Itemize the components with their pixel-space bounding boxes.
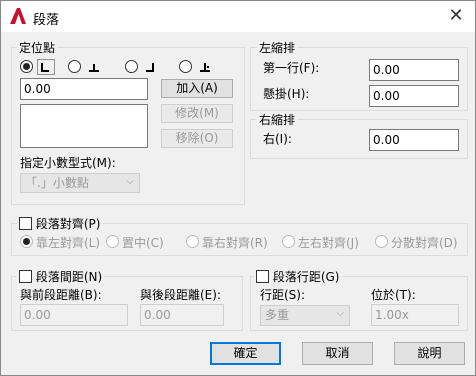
right-tab-radio[interactable] [125, 60, 138, 73]
after-label: 與後段距離(E): [140, 288, 221, 302]
align-justify-radio[interactable] [282, 235, 295, 248]
alignment-label: 段落對齊(P) [35, 217, 101, 231]
left-tab-radio[interactable] [20, 60, 33, 73]
align-center-radio[interactable] [106, 235, 119, 248]
modify-tab-button[interactable]: 修改(M) [161, 104, 233, 123]
line-spacing-type-label: 行距(S): [260, 288, 306, 302]
help-button[interactable]: 說明 [394, 342, 465, 365]
add-tab-button[interactable]: 加入(A) [161, 79, 233, 98]
align-distribute-radio[interactable] [375, 235, 388, 248]
line-spacing-at-input[interactable]: 1.00x [371, 304, 459, 326]
left-indent-label: 左縮排 [257, 39, 298, 56]
close-icon[interactable]: ✕ [443, 4, 469, 28]
autocad-logo-icon [10, 8, 26, 24]
alignment-label-wrap: 段落對齊(P) [17, 215, 103, 232]
after-input[interactable]: 0.00 [140, 304, 224, 326]
line-spacing-value: 多重 [265, 308, 290, 322]
spacing-label-wrap: 段落間距(N) [17, 268, 105, 285]
align-left-label: 靠左對齊(L) [36, 236, 101, 250]
decimal-style-label: 指定小數型式(M): [20, 156, 116, 170]
align-right-label: 靠右對齊(R) [202, 236, 268, 250]
line-spacing-select[interactable]: 多重 ⌵ [260, 305, 350, 326]
before-input[interactable]: 0.00 [20, 304, 128, 326]
align-distribute-label: 分散對齊(D) [391, 236, 458, 250]
align-center-label: 置中(C) [122, 236, 164, 250]
center-tab-radio[interactable] [68, 60, 81, 73]
align-left-radio[interactable] [20, 235, 33, 248]
right-label: 右(I): [263, 132, 292, 146]
right-indent-label: 右縮排 [257, 111, 298, 128]
remove-tab-button[interactable]: 移除(O) [161, 129, 233, 148]
chevron-down-icon: ⌵ [126, 176, 134, 187]
line-spacing-at-label: 位於(T): [371, 288, 416, 302]
line-spacing-label: 段落行距(G) [272, 270, 340, 284]
hanging-label: 懸掛(H): [263, 87, 310, 101]
decimal-tab-icon [200, 63, 210, 72]
hanging-input[interactable]: 0.00 [369, 85, 459, 107]
ok-button[interactable]: 確定 [210, 342, 281, 365]
paragraph-dialog: 段落 ✕ 定位點 0.00 加入(A) 修改(M) 移除(O) 指定小數型式(M… [0, 0, 476, 376]
left-tab-icon [37, 59, 55, 75]
right-tab-icon [146, 63, 154, 72]
cancel-button[interactable]: 取消 [302, 342, 373, 365]
alignment-checkbox[interactable] [19, 217, 32, 230]
first-line-label: 第一行(F): [263, 61, 320, 75]
chevron-down-icon: ⌵ [336, 308, 344, 319]
tab-stop-list[interactable] [20, 104, 148, 148]
before-label: 與前段距離(B): [20, 288, 102, 302]
center-tab-icon [89, 64, 99, 72]
align-right-radio[interactable] [186, 235, 199, 248]
line-spacing-label-wrap: 段落行距(G) [254, 268, 342, 285]
align-justify-label: 左右對齊(J) [298, 236, 359, 250]
spacing-checkbox[interactable] [19, 270, 32, 283]
title-bar: 段落 ✕ [1, 1, 475, 32]
decimal-style-value: 「.」小數點 [25, 176, 89, 190]
first-line-input[interactable]: 0.00 [369, 59, 459, 81]
decimal-style-select[interactable]: 「.」小數點 ⌵ [20, 173, 140, 193]
decimal-tab-radio[interactable] [179, 60, 192, 73]
tab-stops-label: 定位點 [17, 39, 58, 56]
line-spacing-checkbox[interactable] [256, 270, 269, 283]
window-title: 段落 [33, 13, 60, 28]
right-input[interactable]: 0.00 [369, 129, 459, 151]
spacing-label: 段落間距(N) [35, 270, 103, 284]
tab-stop-input[interactable]: 0.00 [20, 78, 148, 100]
